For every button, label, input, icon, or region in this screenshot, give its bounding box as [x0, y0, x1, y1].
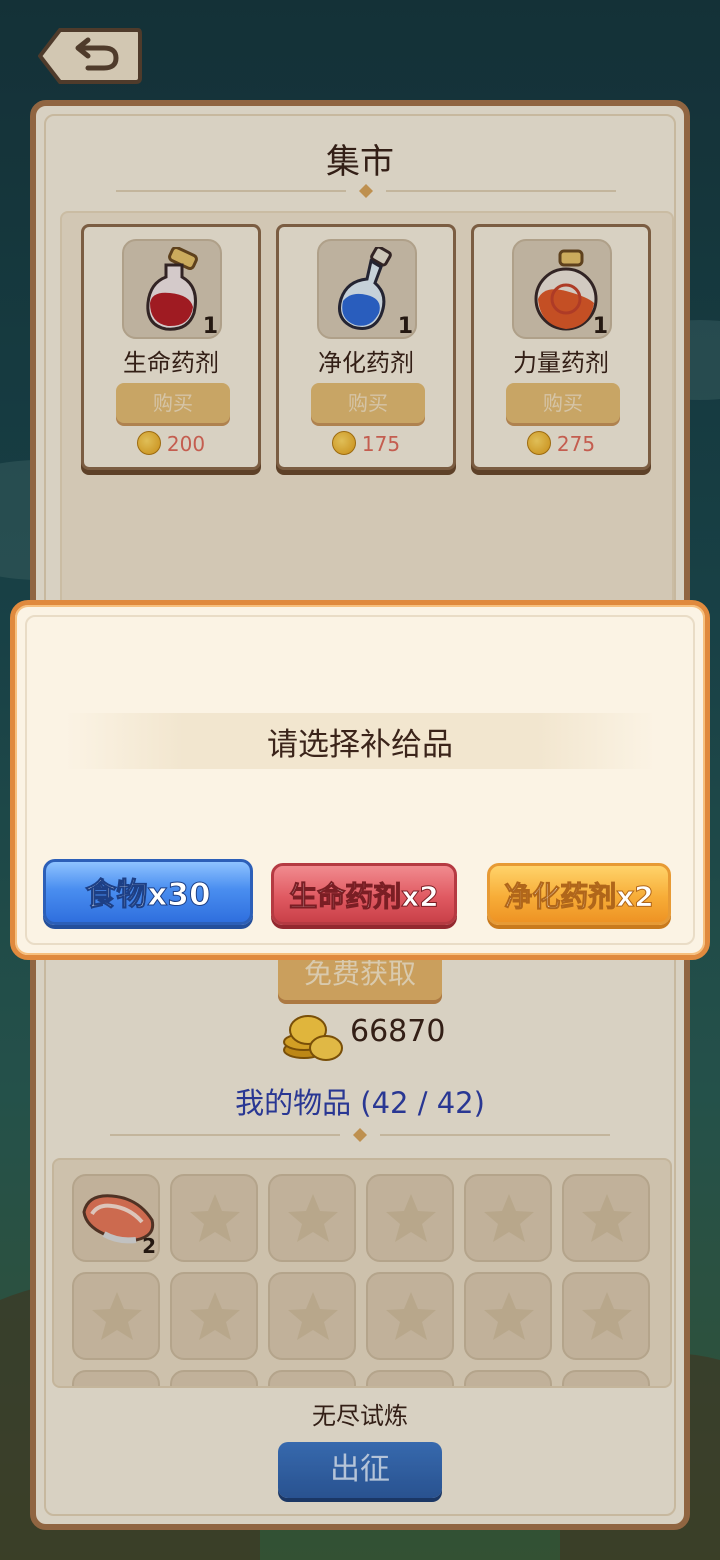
food-option-button[interactable]: 食物x30 — [43, 859, 253, 925]
purify-potion-option-button[interactable]: 净化药剂x2 — [487, 863, 671, 925]
supply-select-dialog: 请选择补给品 食物x30 生命药剂x2 净化药剂x2 — [10, 600, 710, 960]
dialog-message: 请选择补给品 — [267, 727, 453, 763]
life-potion-option-button[interactable]: 生命药剂x2 — [271, 863, 457, 925]
